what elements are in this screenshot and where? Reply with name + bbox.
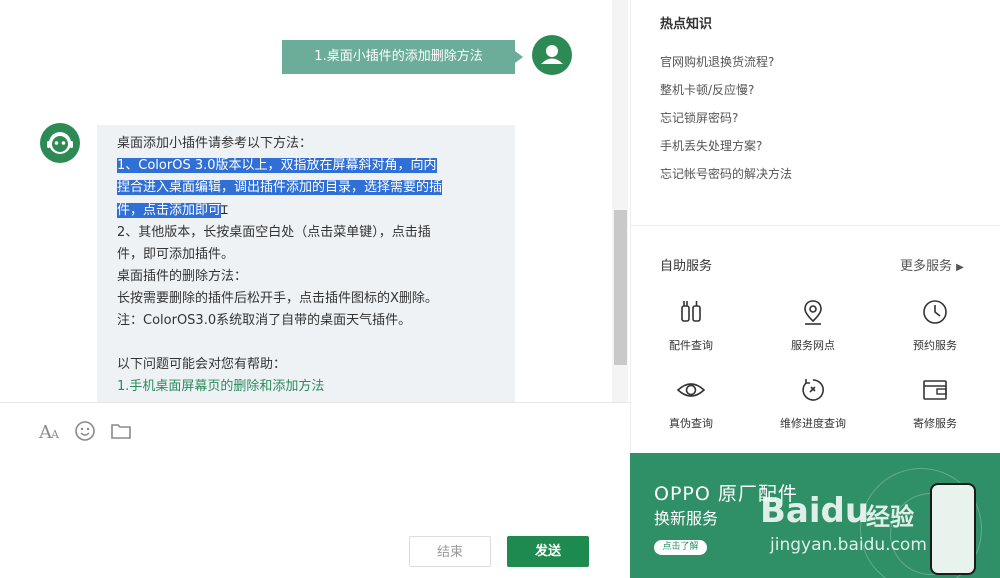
service-authenticity[interactable]: 真伪查询 bbox=[636, 375, 746, 431]
robot-icon bbox=[47, 132, 73, 154]
end-chat-button[interactable]: 结束 bbox=[409, 536, 491, 567]
divider bbox=[630, 225, 1000, 226]
send-button[interactable]: 发送 bbox=[507, 536, 589, 567]
accessory-icon bbox=[681, 301, 701, 322]
service-label: 服务网点 bbox=[791, 339, 835, 352]
hot-item[interactable]: 整机卡顿/反应慢? bbox=[660, 81, 754, 98]
service-label: 预约服务 bbox=[913, 339, 957, 352]
service-label: 寄修服务 bbox=[913, 417, 957, 430]
text-cursor-icon: Ɪ bbox=[221, 203, 228, 217]
banner-cta-button[interactable]: 点击了解 bbox=[654, 540, 707, 555]
bot-message-line: 注：ColorOS3.0系统取消了自带的桌面天气插件。 bbox=[117, 313, 412, 328]
service-repair-progress[interactable]: 维修进度查询 bbox=[758, 375, 868, 431]
bot-message-line: 2、其他版本，长按桌面空白处（点击菜单键），点击插 bbox=[117, 225, 431, 240]
clock-icon bbox=[923, 300, 947, 324]
bot-avatar bbox=[40, 123, 80, 163]
bot-message-line: 桌面添加小插件请参考以下方法： bbox=[117, 136, 313, 151]
bot-message-line: 长按需要删除的插件后松开手，点击插件图标的X删除。 bbox=[117, 291, 438, 306]
bot-message-bubble: 桌面添加小插件请参考以下方法： 1、ColorOS 3.0版本以上，双指放在屏幕… bbox=[97, 125, 515, 402]
font-size-icon[interactable]: AA bbox=[39, 420, 61, 442]
triangle-right-icon: ▶ bbox=[956, 262, 964, 273]
user-icon bbox=[541, 45, 563, 64]
svg-text:A: A bbox=[50, 428, 60, 441]
more-services-label: 更多服务 bbox=[900, 259, 953, 274]
chat-area: 1.桌面小插件的添加删除方法 桌面添加小插件请参考以下方法： 1、ColorOS… bbox=[0, 0, 612, 402]
hot-knowledge-title: 热点知识 bbox=[660, 17, 713, 32]
bot-message-line: 桌面插件的删除方法： bbox=[117, 269, 248, 284]
bot-message-line: 件，即可添加插件。 bbox=[117, 247, 235, 262]
eye-icon bbox=[676, 383, 706, 397]
service-appointment[interactable]: 预约服务 bbox=[880, 297, 990, 353]
service-label: 维修进度查询 bbox=[780, 417, 846, 430]
wallet-icon bbox=[923, 380, 947, 400]
hot-item[interactable]: 忘记锁屏密码? bbox=[660, 109, 738, 126]
watermark-cn: 经验 bbox=[866, 503, 914, 531]
repair-progress-icon bbox=[802, 379, 824, 401]
service-label: 真伪查询 bbox=[669, 417, 713, 430]
hot-item[interactable]: 忘记帐号密码的解决方法 bbox=[660, 165, 792, 182]
watermark-url: jingyan.baidu.com bbox=[770, 535, 927, 555]
emoji-icon[interactable] bbox=[74, 420, 96, 442]
selected-text: 1、ColorOS 3.0版本以上，双指放在屏幕斜对角，向内 bbox=[117, 158, 437, 173]
hot-item[interactable]: 手机丢失处理方案? bbox=[660, 137, 762, 154]
service-label: 配件查询 bbox=[669, 339, 713, 352]
user-avatar bbox=[532, 35, 572, 75]
watermark-brand: Baidu bbox=[760, 491, 870, 531]
self-service-title: 自助服务 bbox=[660, 259, 713, 274]
accessory-promo-banner[interactable]: OPPO 原厂配件 换新服务 点击了解 Baidu 经验 jingyan.bai… bbox=[630, 453, 1000, 578]
chat-scrollbar-thumb[interactable] bbox=[614, 210, 627, 365]
service-accessory[interactable]: 配件查询 bbox=[636, 297, 746, 353]
user-message-bubble: 1.桌面小插件的添加删除方法 bbox=[282, 40, 523, 74]
service-outlets[interactable]: 服务网点 bbox=[758, 297, 868, 353]
related-question-link[interactable]: 1.手机桌面屏幕页的删除和添加方法 bbox=[117, 376, 495, 398]
service-mail-repair[interactable]: 寄修服务 bbox=[880, 375, 990, 431]
more-services-link[interactable]: 更多服务 ▶ bbox=[900, 255, 964, 274]
hot-item[interactable]: 官网购机退换货流程? bbox=[660, 53, 774, 70]
bot-message-line: 以下问题可能会对您有帮助： bbox=[117, 357, 287, 372]
phone-illustration bbox=[930, 483, 976, 575]
selected-text: 捏合进入桌面编辑，调出插件添加的目录，选择需要的插 bbox=[117, 180, 443, 195]
folder-icon[interactable] bbox=[110, 420, 132, 442]
selected-text: 件，点击添加即可 bbox=[117, 203, 222, 218]
location-pin-icon bbox=[804, 300, 822, 325]
banner-subtitle: 换新服务 bbox=[654, 509, 719, 528]
